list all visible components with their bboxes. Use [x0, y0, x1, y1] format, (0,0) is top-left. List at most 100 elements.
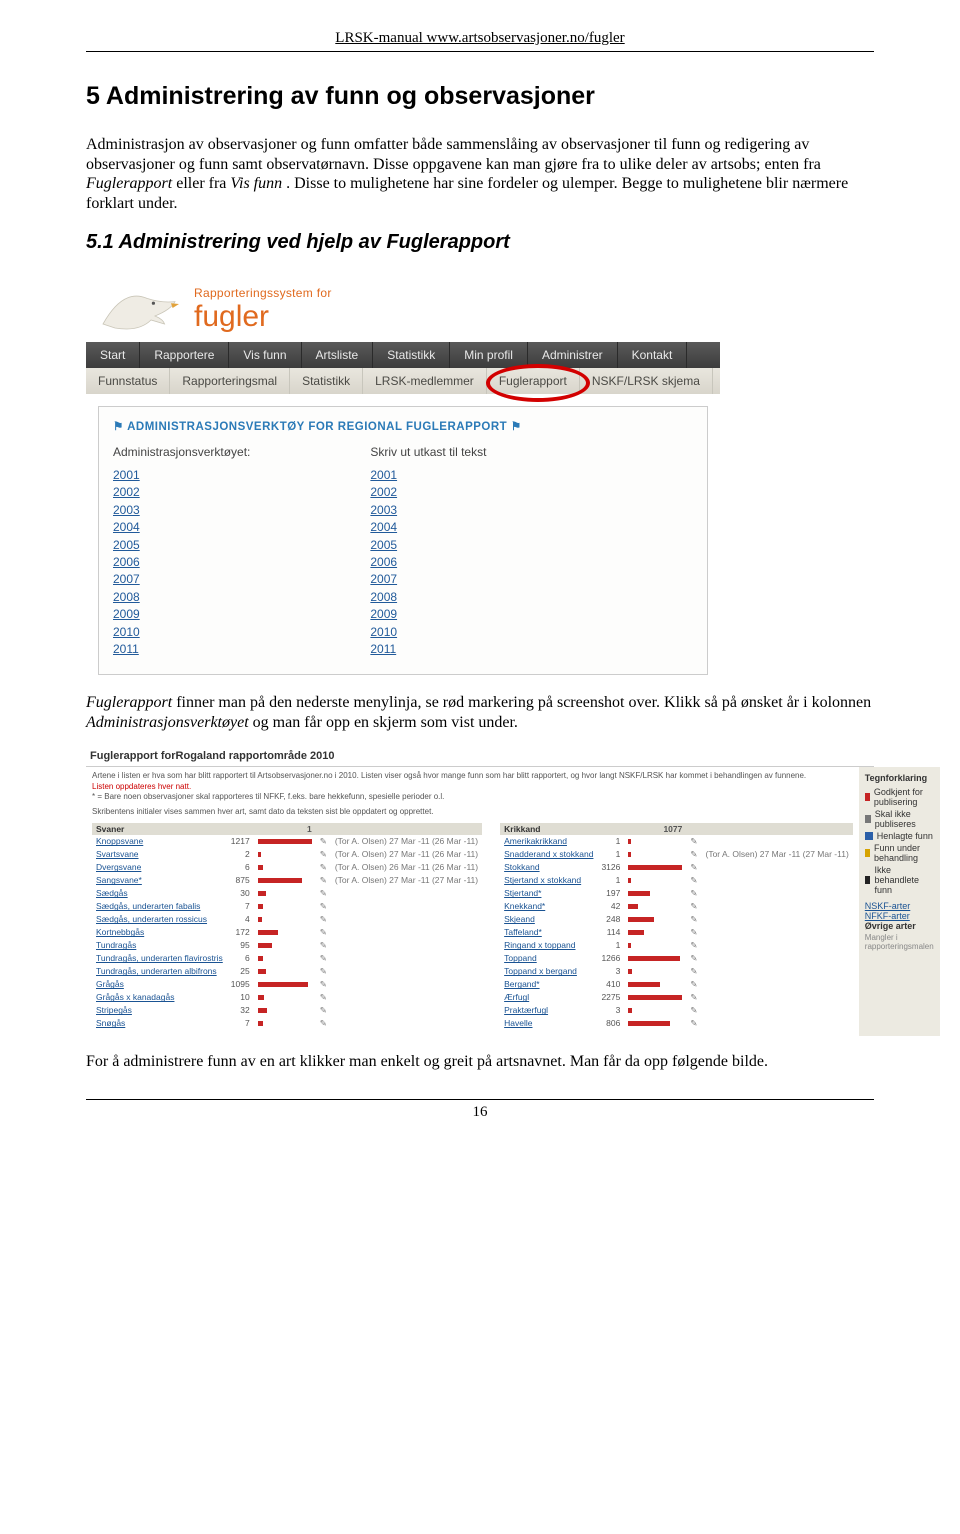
edit-icon[interactable]: ✎ — [686, 965, 701, 978]
species-link[interactable]: Stokkand — [504, 862, 539, 872]
edit-icon[interactable]: ✎ — [686, 939, 701, 952]
table-row: Sædgås30✎ — [92, 887, 482, 900]
year-link[interactable]: 2004 — [370, 519, 486, 536]
year-link[interactable]: 2005 — [113, 537, 250, 554]
year-link[interactable]: 2010 — [370, 624, 486, 641]
species-link[interactable]: Toppand x bergand — [504, 966, 577, 976]
edit-icon[interactable]: ✎ — [316, 913, 331, 926]
species-link[interactable]: Ringand x toppand — [504, 940, 575, 950]
species-link[interactable]: Kortnebbgås — [96, 927, 144, 937]
nav-minprofil[interactable]: Min profil — [450, 342, 528, 368]
edit-icon[interactable]: ✎ — [316, 991, 331, 1004]
subnav-lrsk-medlemmer[interactable]: LRSK-medlemmer — [363, 368, 487, 394]
count-cell: 114 — [597, 926, 624, 939]
species-link[interactable]: Svartsvane — [96, 849, 139, 859]
nav-administrer[interactable]: Administrer — [528, 342, 618, 368]
subnav-rapporteringsmal[interactable]: Rapporteringsmal — [170, 368, 290, 394]
edit-icon[interactable]: ✎ — [686, 926, 701, 939]
edit-icon[interactable]: ✎ — [316, 835, 331, 848]
edit-icon[interactable]: ✎ — [316, 926, 331, 939]
species-link[interactable]: Sædgås, underarten rossicus — [96, 914, 207, 924]
species-link[interactable]: Snadderand x stokkand — [504, 849, 593, 859]
species-link[interactable]: Praktærfugl — [504, 1005, 548, 1015]
legend-link[interactable]: NFKF-arter — [865, 911, 934, 921]
year-link[interactable]: 2011 — [370, 641, 486, 658]
species-link[interactable]: Bergand* — [504, 979, 539, 989]
species-link[interactable]: Sædgås, underarten fabalis — [96, 901, 200, 911]
year-link[interactable]: 2002 — [113, 484, 250, 501]
nav-rapportere[interactable]: Rapportere — [140, 342, 229, 368]
edit-icon[interactable]: ✎ — [686, 991, 701, 1004]
species-link[interactable]: Skjeand — [504, 914, 535, 924]
species-link[interactable]: Stjertand x stokkand — [504, 875, 581, 885]
species-link[interactable]: Stripegås — [96, 1005, 132, 1015]
edit-icon[interactable]: ✎ — [686, 952, 701, 965]
nav-visfunn[interactable]: Vis funn — [229, 342, 301, 368]
year-link[interactable]: 2008 — [370, 589, 486, 606]
species-link[interactable]: Ærfugl — [504, 992, 529, 1002]
nav-statistikk[interactable]: Statistikk — [373, 342, 450, 368]
species-link[interactable]: Amerikakrikkand — [504, 836, 567, 846]
species-link[interactable]: Taffeland* — [504, 927, 542, 937]
year-link[interactable]: 2008 — [113, 589, 250, 606]
edit-icon[interactable]: ✎ — [686, 887, 701, 900]
year-link[interactable]: 2001 — [370, 467, 486, 484]
species-link[interactable]: Knoppsvane — [96, 836, 143, 846]
species-link[interactable]: Sædgås — [96, 888, 128, 898]
nav-artsliste[interactable]: Artsliste — [302, 342, 374, 368]
edit-icon[interactable]: ✎ — [316, 887, 331, 900]
year-link[interactable]: 2003 — [113, 502, 250, 519]
species-link[interactable]: Tundragås — [96, 940, 136, 950]
year-link[interactable]: 2006 — [113, 554, 250, 571]
year-link[interactable]: 2010 — [113, 624, 250, 641]
species-link[interactable]: Tundragås, underarten flavirostris — [96, 953, 223, 963]
edit-icon[interactable]: ✎ — [316, 900, 331, 913]
edit-icon[interactable]: ✎ — [316, 861, 331, 874]
edit-icon[interactable]: ✎ — [316, 1004, 331, 1017]
edit-icon[interactable]: ✎ — [686, 978, 701, 991]
year-link[interactable]: 2007 — [370, 571, 486, 588]
year-link[interactable]: 2004 — [113, 519, 250, 536]
edit-icon[interactable]: ✎ — [686, 848, 701, 861]
year-link[interactable]: 2011 — [113, 641, 250, 658]
year-link[interactable]: 2005 — [370, 537, 486, 554]
subnav-statistikk[interactable]: Statistikk — [290, 368, 363, 394]
edit-icon[interactable]: ✎ — [316, 965, 331, 978]
species-link[interactable]: Dvergsvane — [96, 862, 141, 872]
edit-icon[interactable]: ✎ — [316, 978, 331, 991]
species-link[interactable]: Tundragås, underarten albifrons — [96, 966, 217, 976]
year-link[interactable]: 2009 — [370, 606, 486, 623]
edit-icon[interactable]: ✎ — [686, 900, 701, 913]
species-link[interactable]: Grågås x kanadagås — [96, 992, 174, 1002]
edit-icon[interactable]: ✎ — [686, 874, 701, 887]
subnav-nskf-lrsk-skjema[interactable]: NSKF/LRSK skjema — [580, 368, 713, 394]
species-link[interactable]: Sangsvane* — [96, 875, 142, 885]
nav-start[interactable]: Start — [86, 342, 140, 368]
edit-icon[interactable]: ✎ — [316, 1017, 331, 1030]
species-link[interactable]: Havelle — [504, 1018, 532, 1028]
nav-kontakt[interactable]: Kontakt — [618, 342, 688, 368]
year-link[interactable]: 2009 — [113, 606, 250, 623]
subnav-fuglerapport[interactable]: Fuglerapport — [487, 368, 580, 394]
species-link[interactable]: Snøgås — [96, 1018, 125, 1028]
edit-icon[interactable]: ✎ — [316, 848, 331, 861]
edit-icon[interactable]: ✎ — [316, 939, 331, 952]
edit-icon[interactable]: ✎ — [686, 1017, 701, 1030]
edit-icon[interactable]: ✎ — [686, 861, 701, 874]
species-link[interactable]: Knekkand* — [504, 901, 545, 911]
subnav-funnstatus[interactable]: Funnstatus — [86, 368, 170, 394]
species-link[interactable]: Grågås — [96, 979, 124, 989]
legend-link[interactable]: NSKF-arter — [865, 901, 934, 911]
edit-icon[interactable]: ✎ — [686, 1004, 701, 1017]
year-link[interactable]: 2007 — [113, 571, 250, 588]
year-link[interactable]: 2003 — [370, 502, 486, 519]
year-link[interactable]: 2001 — [113, 467, 250, 484]
species-link[interactable]: Stjertand* — [504, 888, 541, 898]
edit-icon[interactable]: ✎ — [686, 835, 701, 848]
edit-icon[interactable]: ✎ — [686, 913, 701, 926]
year-link[interactable]: 2006 — [370, 554, 486, 571]
year-link[interactable]: 2002 — [370, 484, 486, 501]
edit-icon[interactable]: ✎ — [316, 874, 331, 887]
species-link[interactable]: Toppand — [504, 953, 537, 963]
edit-icon[interactable]: ✎ — [316, 952, 331, 965]
